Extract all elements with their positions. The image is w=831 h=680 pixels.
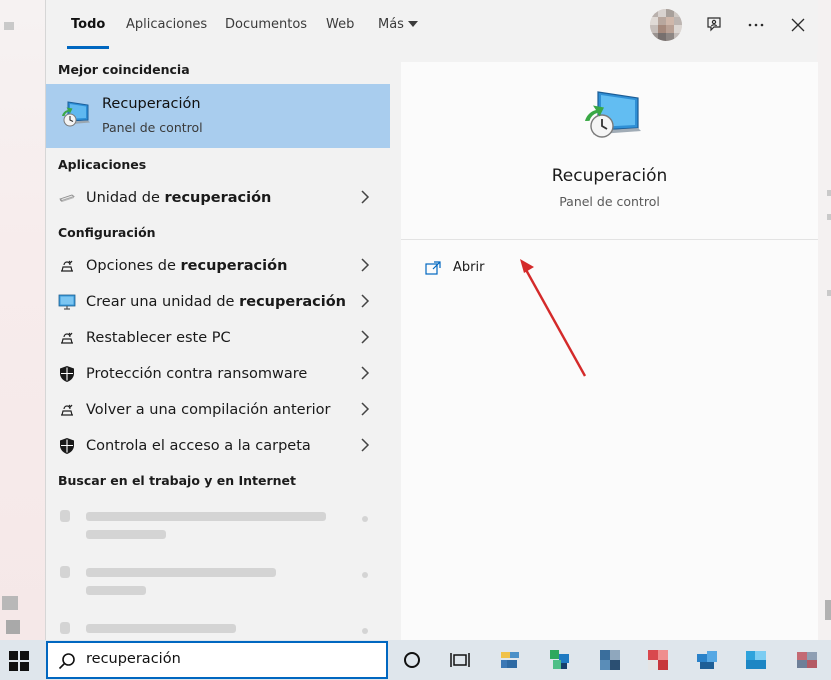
pinned-app-icon[interactable] <box>499 648 523 672</box>
search-tabs-bar: Todo Aplicaciones Documentos Web Más <box>46 0 818 52</box>
pinned-app-icon[interactable] <box>548 648 572 672</box>
tab-documentos[interactable]: Documentos <box>225 0 307 52</box>
list-item-label: Restablecer este PC <box>86 330 231 346</box>
more-options-icon[interactable] <box>743 12 769 38</box>
setting-item-crear-unidad[interactable]: Crear una unidad de recuperación <box>46 284 390 320</box>
detail-subtitle: Panel de control <box>559 194 660 209</box>
web-result-blurred[interactable] <box>46 500 390 550</box>
setting-item-acceso-carpeta[interactable]: Controla el acceso a la carpeta <box>46 428 390 464</box>
best-match-subtitle: Panel de control <box>102 120 203 135</box>
chevron-right-icon[interactable] <box>360 437 370 453</box>
setting-item-restablecer-pc[interactable]: Restablecer este PC <box>46 320 390 356</box>
rollback-icon <box>58 401 76 419</box>
task-view-icon[interactable] <box>448 648 472 672</box>
tab-web[interactable]: Web <box>326 0 354 52</box>
reset-pc-icon <box>58 329 76 347</box>
setting-item-opciones-recuperacion[interactable]: Opciones de recuperación <box>46 248 390 284</box>
shield-icon <box>58 365 76 383</box>
drive-icon <box>58 189 76 207</box>
chevron-right-icon[interactable] <box>360 401 370 417</box>
chevron-right-icon[interactable] <box>360 189 370 205</box>
list-item-label: Protección contra ransomware <box>86 366 308 382</box>
annotation-arrow <box>520 259 587 377</box>
recovery-settings-icon <box>58 257 76 275</box>
desktop-background-right <box>817 0 831 640</box>
tab-mas-label: Más <box>378 17 404 32</box>
list-item-label: Crear una unidad de recuperación <box>86 294 346 310</box>
recovery-icon <box>578 88 642 144</box>
monitor-icon <box>58 293 76 311</box>
list-item-label: Volver a una compilación anterior <box>86 402 331 418</box>
recovery-icon <box>60 98 92 130</box>
apps-heading: Aplicaciones <box>58 157 147 172</box>
windows-start-icon[interactable] <box>8 650 30 672</box>
list-item-label: Opciones de recuperación <box>86 258 288 274</box>
tab-mas[interactable]: Más <box>378 0 418 52</box>
web-result-blurred[interactable] <box>46 556 390 606</box>
results-list: Mejor coincidencia Recuperación Panel de… <box>46 52 390 640</box>
pinned-app-icon[interactable] <box>795 648 819 672</box>
list-item-label: Unidad de recuperación <box>86 190 272 206</box>
taskbar <box>0 640 831 680</box>
chevron-right-icon[interactable] <box>360 365 370 381</box>
web-search-heading: Buscar en el trabajo y en Internet <box>58 473 297 488</box>
desktop-background-left <box>0 0 45 640</box>
pinned-app-icon[interactable] <box>598 648 622 672</box>
shield-icon <box>58 437 76 455</box>
detail-title: Recuperación <box>551 166 668 186</box>
tab-todo[interactable]: Todo <box>66 0 110 52</box>
search-panel: Todo Aplicaciones Documentos Web Más Mej… <box>45 0 818 640</box>
search-input[interactable] <box>86 651 366 667</box>
setting-item-volver-compilacion[interactable]: Volver a una compilación anterior <box>46 392 390 428</box>
chevron-right-icon[interactable] <box>360 329 370 345</box>
chevron-down-icon <box>407 21 418 27</box>
best-match-heading: Mejor coincidencia <box>58 62 190 77</box>
open-label: Abrir <box>453 260 485 275</box>
cortana-icon[interactable] <box>400 648 424 672</box>
setting-item-proteccion-ransomware[interactable]: Protección contra ransomware <box>46 356 390 392</box>
chevron-right-icon[interactable] <box>360 257 370 273</box>
pinned-app-icon[interactable] <box>646 648 670 672</box>
detail-header: Recuperación Panel de control <box>401 62 818 240</box>
best-match-title: Recuperación <box>102 96 201 112</box>
avatar[interactable] <box>650 9 682 41</box>
chevron-right-icon[interactable] <box>360 293 370 309</box>
close-icon[interactable] <box>785 12 811 38</box>
taskbar-search-box[interactable] <box>46 641 388 679</box>
detail-pane: Recuperación Panel de control Abrir <box>401 62 818 640</box>
pinned-app-icon[interactable] <box>695 648 719 672</box>
tab-aplicaciones[interactable]: Aplicaciones <box>126 0 207 52</box>
search-icon <box>58 652 76 670</box>
list-item-label: Controla el acceso a la carpeta <box>86 438 311 454</box>
app-item-unidad-recuperacion[interactable]: Unidad de recuperación <box>46 180 390 216</box>
best-match-item[interactable]: Recuperación Panel de control <box>46 84 390 148</box>
pinned-app-icon[interactable] <box>744 648 768 672</box>
open-window-icon <box>425 260 441 275</box>
feedback-icon[interactable] <box>701 12 727 38</box>
settings-heading: Configuración <box>58 225 156 240</box>
